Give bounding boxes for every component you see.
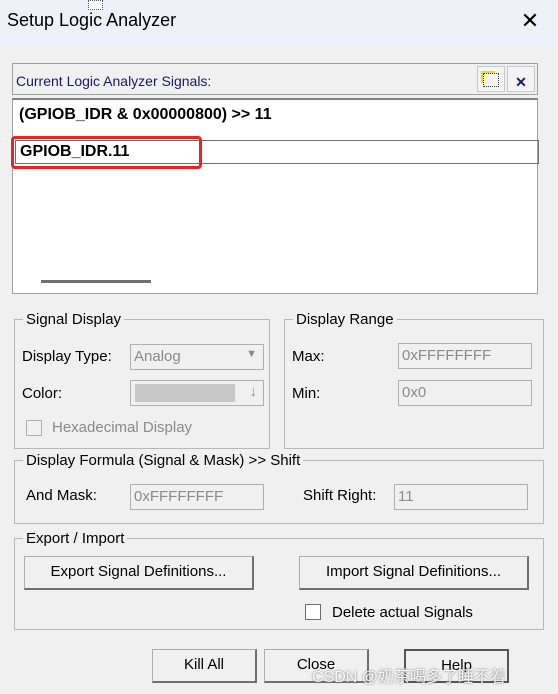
delete-icon: ✕ <box>515 74 527 90</box>
highlight-box <box>11 136 202 169</box>
signal-display-legend: Signal Display <box>26 311 122 328</box>
hex-display-label: Hexadecimal Display <box>52 419 193 436</box>
dropdown-arrow-icon: ↓ <box>249 383 258 400</box>
and-mask-input[interactable]: 0xFFFFFFFF <box>130 484 264 510</box>
new-signal-button[interactable] <box>477 66 505 92</box>
kill-all-button[interactable]: Kill All <box>152 649 257 683</box>
shift-right-label: Shift Right: <box>303 487 377 504</box>
color-swatch <box>135 384 235 402</box>
new-item-icon <box>483 73 499 88</box>
list-item[interactable]: (GPIOB_IDR & 0x00000800) >> 11 <box>19 106 272 124</box>
signals-header: Current Logic Analyzer Signals: ✕ <box>12 63 538 95</box>
close-window-button[interactable]: ✕ <box>515 6 545 36</box>
display-type-select[interactable]: Analog ▼ <box>130 344 264 370</box>
formula-legend: Display Formula (Signal & Mask) >> Shift <box>26 452 301 469</box>
delete-signals-label: Delete actual Signals <box>332 604 473 621</box>
signals-list[interactable]: (GPIOB_IDR & 0x00000800) >> 11 GPIOB_IDR… <box>12 98 539 294</box>
display-type-value: Analog <box>134 348 181 365</box>
hex-display-checkbox[interactable] <box>26 420 42 436</box>
export-signals-button[interactable]: Export Signal Definitions... <box>24 556 254 590</box>
min-label: Min: <box>292 385 321 402</box>
color-select[interactable]: ↓ <box>130 380 264 406</box>
min-input[interactable]: 0x0 <box>398 380 532 406</box>
display-range-legend: Display Range <box>296 311 394 328</box>
max-label: Max: <box>292 348 325 365</box>
shift-right-input[interactable]: 11 <box>394 484 528 510</box>
and-mask-label: And Mask: <box>26 487 97 504</box>
export-import-legend: Export / Import <box>26 530 125 547</box>
display-type-label: Display Type: <box>22 348 112 365</box>
color-label: Color: <box>22 385 63 402</box>
signals-header-label: Current Logic Analyzer Signals: <box>16 73 212 89</box>
window-icon <box>88 0 103 10</box>
window-title: Setup Logic Analyzer <box>7 10 177 30</box>
watermark: CSDN @奶茶喝多了睡不着 <box>312 669 507 686</box>
delete-signal-button[interactable]: ✕ <box>507 66 535 92</box>
horizontal-scrollbar[interactable] <box>41 280 151 283</box>
delete-signals-checkbox[interactable] <box>305 604 321 620</box>
chevron-down-icon: ▼ <box>246 348 257 360</box>
max-input[interactable]: 0xFFFFFFFF <box>398 343 532 369</box>
import-signals-button[interactable]: Import Signal Definitions... <box>299 556 529 590</box>
